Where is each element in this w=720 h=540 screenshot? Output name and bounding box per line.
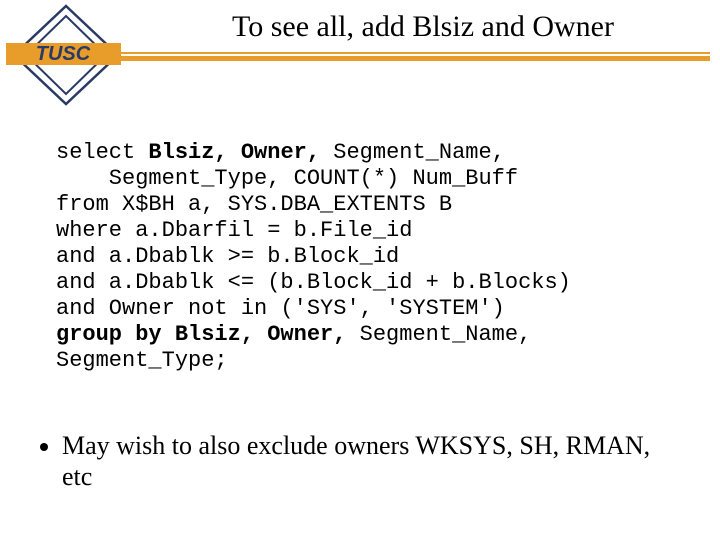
code-line-6: and a.Dbablk <= (b.Block_id + b.Blocks) xyxy=(56,270,571,295)
code-line-1b-bold: Blsiz, Owner, xyxy=(148,140,320,165)
code-line-7: and Owner not in ('SYS', 'SYSTEM') xyxy=(56,296,505,321)
code-line-4: where a.Dbarfil = b.File_id xyxy=(56,218,412,243)
diamond-icon: TUSC xyxy=(6,0,126,110)
title-divider-thick xyxy=(110,56,710,61)
code-line-2: Segment_Type, COUNT(*) Num_Buff xyxy=(56,166,518,191)
title-divider-thin xyxy=(110,52,710,54)
slide-title: To see all, add Blsiz and Owner xyxy=(232,10,614,44)
logo-text: TUSC xyxy=(36,43,91,65)
code-line-1a: select xyxy=(56,140,148,165)
code-line-9: Segment_Type; xyxy=(56,348,228,373)
sql-code-block: select Blsiz, Owner, Segment_Name, Segme… xyxy=(56,140,571,374)
code-line-5: and a.Dbablk >= b.Block_id xyxy=(56,244,399,269)
tusc-logo: TUSC xyxy=(6,0,126,115)
slide: TUSC To see all, add Blsiz and Owner sel… xyxy=(0,0,720,540)
bullet-item: May wish to also exclude owners WKSYS, S… xyxy=(62,430,660,492)
code-line-8b: Segment_Name, xyxy=(346,322,531,347)
bullet-list: May wish to also exclude owners WKSYS, S… xyxy=(32,430,660,492)
code-line-3: from X$BH a, SYS.DBA_EXTENTS B xyxy=(56,192,452,217)
code-line-8a-bold: group by Blsiz, Owner, xyxy=(56,322,346,347)
code-line-1c: Segment_Name, xyxy=(320,140,505,165)
